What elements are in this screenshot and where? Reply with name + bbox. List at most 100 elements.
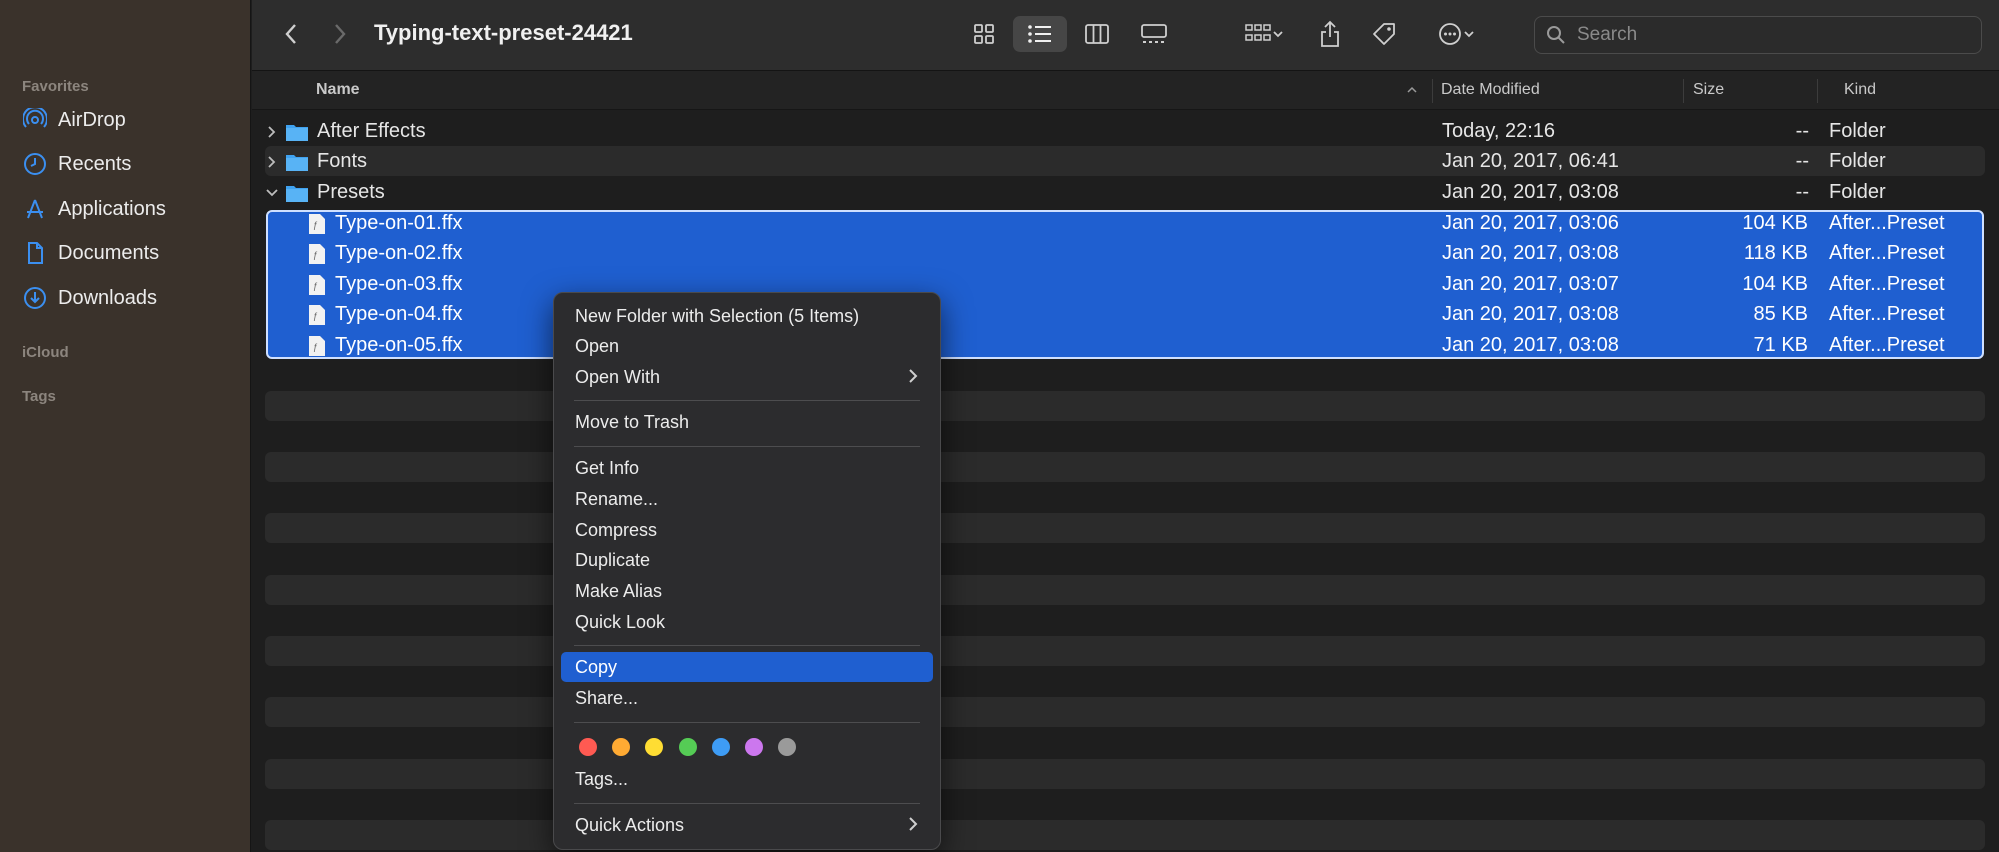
ellipsis-circle-icon [1439, 23, 1461, 45]
menu-separator [574, 803, 920, 804]
menu-item-compress[interactable]: Compress [561, 515, 933, 545]
menu-separator [574, 722, 920, 723]
svg-text:ƒ: ƒ [313, 281, 318, 291]
sidebar-item-label: Applications [58, 197, 166, 220]
menu-item-make-alias[interactable]: Make Alias [561, 576, 933, 606]
tag-color-yellow[interactable] [645, 738, 663, 756]
svg-text:ƒ: ƒ [313, 250, 318, 260]
chevron-right-icon [335, 24, 346, 44]
folder-icon [286, 124, 308, 141]
favorites-section-label: Favorites [22, 78, 89, 95]
table-row[interactable]: After Effects Today, 22:16 -- Folder [265, 116, 1985, 146]
tag-color-red[interactable] [579, 738, 597, 756]
columns-icon [1085, 24, 1109, 44]
file-name: Type-on-02.ffx [335, 242, 463, 264]
menu-item-open[interactable]: Open [561, 331, 933, 361]
empty-row-stripe [265, 513, 1985, 543]
table-row-selected[interactable]: ƒ Type-on-03.ffx Jan 20, 2017, 03:07 104… [268, 269, 1982, 299]
preset-file-icon: ƒ [309, 335, 325, 356]
table-row-selected[interactable]: ƒ Type-on-02.ffx Jan 20, 2017, 03:08 118… [268, 238, 1982, 268]
empty-row-stripe [265, 636, 1985, 666]
tag-color-gray[interactable] [778, 738, 796, 756]
file-name: Type-on-04.ffx [335, 303, 463, 325]
search-field[interactable] [1534, 16, 1982, 54]
sidebar-item-label: Downloads [58, 286, 157, 309]
more-actions-button[interactable] [1428, 16, 1484, 52]
size-column-header[interactable]: Size [1693, 71, 1724, 109]
sidebar-item-airdrop[interactable]: AirDrop [22, 102, 237, 138]
menu-item-new-folder-with-selection[interactable]: New Folder with Selection (5 Items) [561, 301, 933, 331]
gallery-view-button[interactable] [1136, 16, 1172, 52]
disclosure-chevron-right-icon[interactable] [265, 125, 279, 139]
table-row[interactable]: Presets Jan 20, 2017, 03:08 -- Folder [265, 177, 1985, 207]
menu-item-quick-actions[interactable]: Quick Actions [561, 810, 933, 840]
svg-text:ƒ: ƒ [313, 342, 318, 352]
menu-separator [574, 645, 920, 646]
table-row-selected[interactable]: ƒ Type-on-04.ffx Jan 20, 2017, 03:08 85 … [268, 299, 1982, 329]
menu-item-get-info[interactable]: Get Info [561, 453, 933, 483]
date-modified: Jan 20, 2017, 03:08 [1442, 334, 1619, 356]
disclosure-chevron-down-icon[interactable] [265, 186, 279, 200]
file-size: 104 KB [1742, 212, 1808, 234]
share-button[interactable] [1314, 16, 1346, 52]
file-size: -- [1795, 181, 1809, 203]
icon-view-button[interactable] [966, 16, 1002, 52]
empty-row-stripe [265, 820, 1985, 850]
chevron-left-icon [285, 24, 296, 44]
table-row-selected[interactable]: ƒ Type-on-01.ffx Jan 20, 2017, 03:06 104… [268, 208, 1982, 238]
forward-button[interactable] [325, 16, 355, 52]
kind-column-header[interactable]: Kind [1844, 71, 1876, 109]
sidebar-item-recents[interactable]: Recents [22, 146, 237, 182]
menu-item-open-with[interactable]: Open With [561, 362, 933, 392]
menu-item-copy[interactable]: Copy [561, 652, 933, 682]
file-kind: After...Preset [1829, 212, 1945, 234]
tag-color-green[interactable] [679, 738, 697, 756]
menu-item-move-to-trash[interactable]: Move to Trash [561, 407, 933, 437]
file-name: After Effects [317, 120, 426, 142]
column-view-button[interactable] [1079, 16, 1115, 52]
preset-file-icon: ƒ [309, 213, 325, 234]
chevron-down-icon [1464, 31, 1474, 38]
date-modified-column-header[interactable]: Date Modified [1441, 71, 1540, 109]
menu-item-rename[interactable]: Rename... [561, 484, 933, 514]
file-kind: Folder [1829, 150, 1886, 172]
preset-file-icon: ƒ [309, 274, 325, 295]
menu-item-share[interactable]: Share... [561, 683, 933, 713]
date-modified: Today, 22:16 [1442, 120, 1556, 142]
menu-item-duplicate[interactable]: Duplicate [561, 545, 933, 575]
applications-icon [22, 196, 48, 222]
svg-text:ƒ: ƒ [313, 220, 318, 230]
disclosure-chevron-right-icon[interactable] [265, 155, 279, 169]
file-kind: Folder [1829, 181, 1886, 203]
table-row[interactable]: Fonts Jan 20, 2017, 06:41 -- Folder [265, 146, 1985, 176]
folder-icon [286, 185, 308, 202]
menu-item-quick-look[interactable]: Quick Look [561, 607, 933, 637]
search-input[interactable] [1575, 23, 1959, 47]
icloud-section-label: iCloud [22, 344, 69, 361]
share-icon [1321, 20, 1339, 47]
table-row-selected[interactable]: ƒ Type-on-05.ffx Jan 20, 2017, 03:08 71 … [268, 330, 1982, 360]
file-size: 118 KB [1743, 242, 1808, 264]
svg-text:ƒ: ƒ [313, 311, 318, 321]
empty-row-stripe [265, 391, 1985, 421]
sidebar-item-label: AirDrop [58, 108, 126, 131]
airdrop-icon [22, 107, 48, 133]
column-header: Name Date Modified Size Kind [252, 71, 1999, 110]
file-kind: After...Preset [1829, 303, 1945, 325]
tag-color-purple[interactable] [745, 738, 763, 756]
menu-item-tags[interactable]: Tags... [561, 764, 933, 794]
date-modified: Jan 20, 2017, 03:06 [1442, 212, 1619, 234]
group-by-button[interactable] [1236, 16, 1292, 52]
list-view-button[interactable] [1013, 16, 1067, 52]
sidebar-item-documents[interactable]: Documents [22, 235, 237, 271]
tag-color-orange[interactable] [612, 738, 630, 756]
file-name: Fonts [317, 150, 368, 172]
gallery-icon [1141, 24, 1167, 43]
sidebar-item-applications[interactable]: Applications [22, 191, 237, 227]
name-column-header[interactable]: Name [316, 71, 360, 109]
back-button[interactable] [276, 16, 306, 52]
tags-button[interactable] [1368, 16, 1400, 52]
sidebar-item-label: Documents [58, 241, 160, 264]
tag-color-blue[interactable] [712, 738, 730, 756]
sidebar-item-downloads[interactable]: Downloads [22, 280, 237, 316]
